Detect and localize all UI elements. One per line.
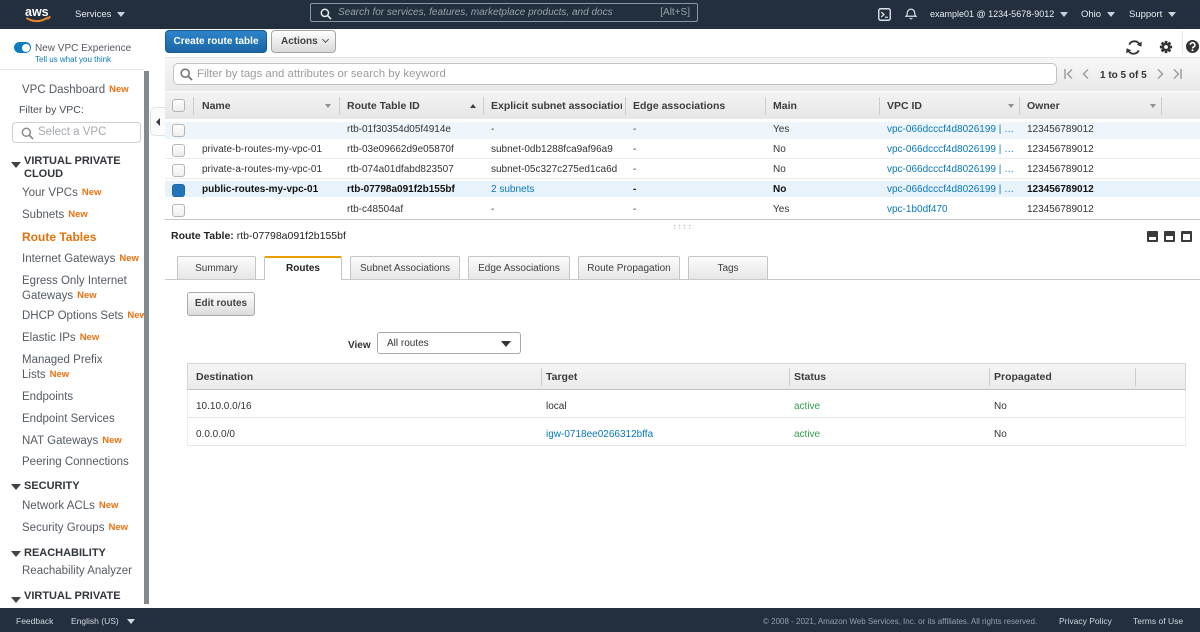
- svg-text:1 to 5 of 5: 1 to 5 of 5: [1100, 70, 1147, 81]
- svg-text:aws: aws: [25, 5, 49, 19]
